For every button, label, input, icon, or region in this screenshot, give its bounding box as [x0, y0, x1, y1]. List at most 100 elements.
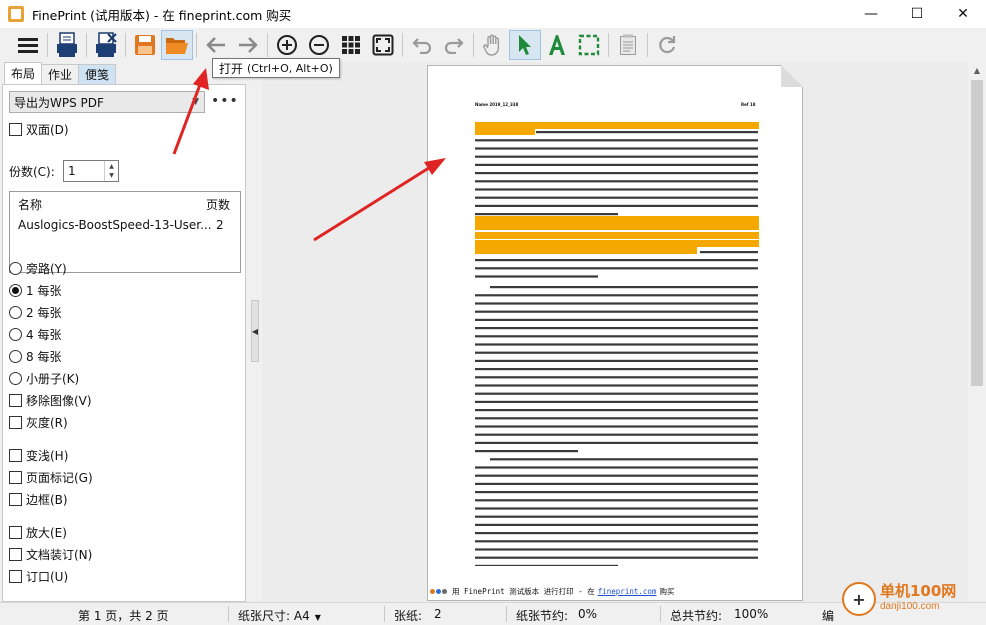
checkbox-box — [9, 449, 22, 462]
copies-label: 份数(C): — [9, 165, 55, 179]
job-name-cell[interactable]: Auslogics-BoostSpeed-13-User... — [18, 218, 212, 232]
text-tool-button[interactable] — [541, 30, 573, 60]
fineprint-app-icon — [8, 6, 24, 22]
printer-properties-button[interactable]: ••• — [211, 93, 239, 109]
scroll-up-icon[interactable]: ▲ — [968, 62, 986, 78]
redo-button[interactable] — [438, 30, 470, 60]
layout-radio-option[interactable]: 4 每张 — [9, 326, 61, 343]
text-line — [475, 417, 758, 420]
option-checkbox[interactable]: 移除图像(V) — [9, 392, 92, 409]
zoom-out-button[interactable] — [303, 30, 335, 60]
copies-value: 1 — [68, 164, 76, 178]
text-line — [475, 564, 618, 566]
layout-radio-option[interactable]: 小册子(K) — [9, 370, 79, 387]
text-line — [475, 351, 758, 354]
chevron-down-icon: ▼ — [314, 613, 321, 622]
zoom-in-button[interactable] — [271, 30, 303, 60]
radio-circle — [9, 262, 22, 275]
text-line — [475, 384, 758, 387]
page-info: 第 1 页，共 2 页 — [78, 609, 169, 623]
total-saved-label: 总共节约: — [670, 609, 723, 623]
maximize-button[interactable]: ☐ — [894, 0, 940, 28]
text-line — [475, 376, 758, 379]
print-button[interactable] — [51, 30, 83, 60]
option-checkbox[interactable]: 订口(U) — [9, 568, 68, 585]
notes-button[interactable] — [612, 30, 644, 60]
tab-notes[interactable]: 便笺 — [78, 64, 117, 84]
layout-radio-option[interactable]: 1 每张 — [9, 282, 61, 299]
thumbnails-button[interactable] — [335, 30, 367, 60]
text-line — [475, 425, 758, 428]
status-extra: 编 — [822, 609, 835, 623]
spinner-arrows[interactable]: ▲ ▼ — [104, 161, 118, 181]
undo-button[interactable] — [406, 30, 438, 60]
job-list-header-pages[interactable]: 页数 — [206, 196, 230, 213]
option-checkbox[interactable]: 灰度(R) — [9, 414, 68, 431]
toolbar-separator — [402, 33, 403, 57]
paper-size-dropdown[interactable]: 纸张尺寸: A4 ▼ — [238, 607, 321, 624]
select-tool-button[interactable] — [509, 30, 541, 60]
layout-radio-option[interactable]: 8 每张 — [9, 348, 61, 365]
text-line — [475, 163, 758, 166]
printer-select-value: 导出为WPS PDF — [14, 95, 104, 110]
fit-page-button[interactable] — [367, 30, 399, 60]
previous-page-button[interactable] — [200, 30, 232, 60]
open-button[interactable] — [161, 30, 193, 60]
status-bar: 第 1 页，共 2 页 纸张尺寸: A4 ▼ 张纸: 2 纸张节约: 0% 总共节… — [0, 602, 986, 625]
option-checkbox[interactable]: 页面标记(G) — [9, 469, 93, 486]
job-pages-cell: 2 — [216, 218, 224, 232]
status-separator — [384, 606, 385, 622]
toolbar-separator — [267, 33, 268, 57]
checkbox-box — [9, 416, 22, 429]
collapse-panel-button[interactable]: ◀ — [251, 300, 259, 362]
option-checkbox[interactable]: 变浅(H) — [9, 447, 68, 464]
menu-button[interactable] — [12, 30, 44, 60]
close-button[interactable]: ✕ — [940, 0, 986, 28]
text-line — [475, 409, 758, 412]
refresh-button[interactable] — [651, 30, 683, 60]
main-toolbar — [0, 28, 986, 62]
text-line — [475, 139, 758, 142]
pan-tool-button[interactable] — [477, 30, 509, 60]
duplex-checkbox[interactable]: 双面(D) — [9, 121, 69, 138]
highlighted-text — [475, 122, 759, 129]
watermark-name: 单机100网 — [880, 582, 957, 600]
checkbox-label: 文档装订(N) — [26, 548, 93, 562]
crop-tool-button[interactable] — [573, 30, 605, 60]
highlighted-text — [475, 247, 697, 254]
layout-radio-option[interactable]: 旁路(Y) — [9, 260, 67, 277]
watermark-url: danji100.com — [880, 601, 940, 612]
print-and-close-icon — [96, 32, 117, 57]
preview-page[interactable]: Name 2019_12_338 Ref 18 用 FinePrint 测试版本… — [427, 65, 803, 601]
scrollbar-thumb[interactable] — [971, 80, 983, 386]
printer-select[interactable]: 导出为WPS PDF ▼ — [9, 91, 205, 113]
next-page-button[interactable] — [232, 30, 264, 60]
layout-radio-option[interactable]: 2 每张 — [9, 304, 61, 321]
text-line — [475, 318, 758, 321]
option-checkbox[interactable]: 文档装订(N) — [9, 546, 92, 563]
toolbar-separator — [473, 33, 474, 57]
copies-spinner[interactable]: 1 ▲ ▼ — [63, 160, 119, 182]
spinner-down-icon[interactable]: ▼ — [109, 171, 114, 180]
chevron-down-icon: ▼ — [192, 97, 199, 107]
layout-tab-content: 导出为WPS PDF ▼ ••• 双面(D) 份数(C): 1 ▲ ▼ 名称 页… — [2, 84, 246, 602]
redo-icon — [444, 38, 464, 54]
page-text-lines — [475, 122, 759, 566]
minimize-button[interactable]: — — [848, 0, 894, 28]
undo-icon — [412, 38, 432, 54]
spinner-up-icon[interactable]: ▲ — [109, 162, 114, 171]
job-list-header-name[interactable]: 名称 — [18, 196, 42, 213]
option-checkbox[interactable]: 放大(E) — [9, 524, 67, 541]
footer-link[interactable]: fineprint.com — [598, 587, 657, 596]
print-close-button[interactable] — [90, 30, 122, 60]
footer-suffix: 购买 — [659, 587, 675, 596]
text-line — [475, 450, 578, 453]
vertical-scrollbar[interactable]: ▲ — [968, 62, 986, 602]
tab-layout[interactable]: 布局 — [4, 62, 43, 84]
settings-tabs: 布局 作业 便笺 — [4, 62, 117, 84]
text-line — [475, 335, 758, 338]
option-checkbox[interactable]: 边框(B) — [9, 491, 68, 508]
tab-jobs[interactable]: 作业 — [41, 64, 80, 84]
save-button[interactable] — [129, 30, 161, 60]
triangle-left-icon: ◀ — [251, 326, 259, 336]
